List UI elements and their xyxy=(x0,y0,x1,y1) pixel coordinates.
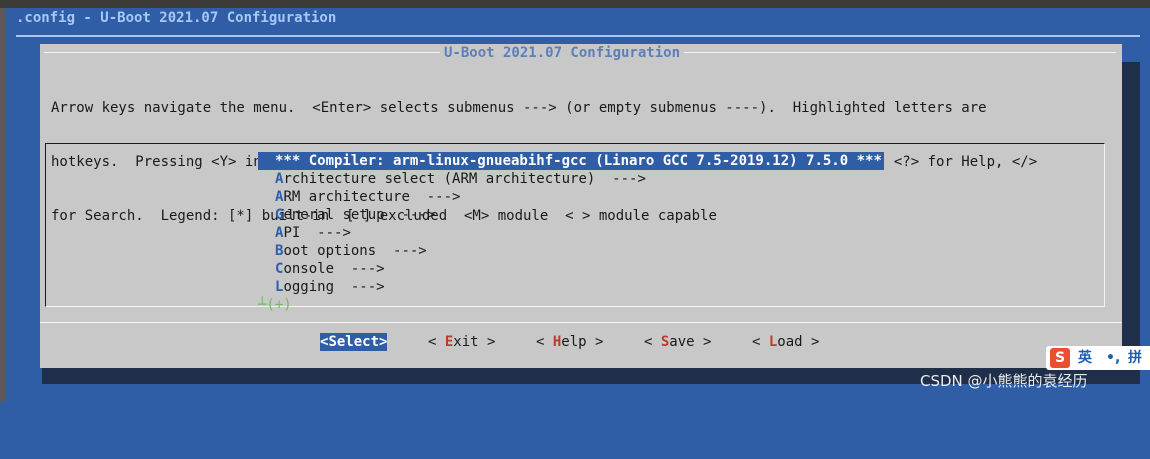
ime-punctuation-toggle[interactable]: •, xyxy=(1106,346,1120,370)
menu-item-arm-architecture[interactable]: ARM architecture ---> xyxy=(275,188,884,206)
button-label: elect> xyxy=(336,334,388,350)
load-button[interactable]: < Load > xyxy=(752,333,819,351)
back-title: .config - U-Boot 2021.07 Configuration xyxy=(16,10,337,26)
menu-item-console[interactable]: Console ---> xyxy=(275,260,884,278)
menu-item-label: eneral setup ---> xyxy=(283,207,436,223)
select-button[interactable]: <Select> xyxy=(320,333,388,351)
exit-button[interactable]: < Exit > xyxy=(428,333,495,351)
button-label: elp > xyxy=(561,334,604,350)
buttons-separator xyxy=(40,322,1122,323)
menu-list: *** Compiler: arm-linux-gnueabihf-gcc (L… xyxy=(267,152,884,296)
menu-item-label: ogging ---> xyxy=(283,279,385,295)
sogou-logo-icon: S xyxy=(1050,348,1070,368)
menu-item-label: RM architecture ---> xyxy=(283,189,461,205)
menu-item-compiler[interactable]: *** Compiler: arm-linux-gnueabihf-gcc (L… xyxy=(267,152,884,170)
dialog-title: U-Boot 2021.07 Configuration xyxy=(440,44,685,62)
menu-item-architecture-select[interactable]: Architecture select (ARM architecture) -… xyxy=(275,170,884,188)
button-bar: <Select> < Exit > < Help > < Save > < Lo… xyxy=(320,333,819,459)
ime-mode-toggle[interactable]: 拼 xyxy=(1128,346,1142,370)
config-dialog: U-Boot 2021.07 Configuration Arrow keys … xyxy=(40,44,1122,368)
save-button[interactable]: < Save > xyxy=(644,333,711,351)
menu-item-label: oot options ---> xyxy=(283,243,427,259)
terminal-left-edge xyxy=(0,8,5,402)
ime-language-toggle[interactable]: 英 xyxy=(1078,346,1092,370)
menu-item-label: onsole ---> xyxy=(283,261,385,277)
menu-item-boot-options[interactable]: Boot options ---> xyxy=(275,242,884,260)
scroll-more-indicator: ┴(+) xyxy=(258,297,292,313)
menu-item-logging[interactable]: Logging ---> xyxy=(275,278,884,296)
menu-item-api[interactable]: API ---> xyxy=(275,224,884,242)
watermark: CSDN @小熊熊的袁经历 xyxy=(920,372,1088,390)
button-label: ave > xyxy=(669,334,712,350)
button-label: xit > xyxy=(453,334,496,350)
menu-item-label: rchitecture select (ARM architecture) --… xyxy=(283,171,646,187)
terminal-title-bar xyxy=(0,0,1150,8)
button-hotkey: S xyxy=(328,334,337,350)
menu-item-general-setup[interactable]: General setup ---> xyxy=(275,206,884,224)
button-bracket: < xyxy=(428,334,445,350)
button-bracket: < xyxy=(536,334,553,350)
menu-item-label: *** Compiler: arm-linux-gnueabihf-gcc (L… xyxy=(275,153,882,169)
ime-toolbar[interactable]: S 英 •, 拼 xyxy=(1046,346,1150,370)
button-bracket: < xyxy=(644,334,661,350)
menu-item-label: PI ---> xyxy=(283,225,351,241)
button-label: oad > xyxy=(777,334,820,350)
help-button[interactable]: < Help > xyxy=(536,333,603,351)
button-bracket: < xyxy=(752,334,769,350)
back-title-rule xyxy=(16,35,1140,37)
dialog-shadow-right xyxy=(1122,62,1140,384)
help-line: Arrow keys navigate the menu. <Enter> se… xyxy=(51,100,987,116)
menu-cursor xyxy=(258,152,267,170)
